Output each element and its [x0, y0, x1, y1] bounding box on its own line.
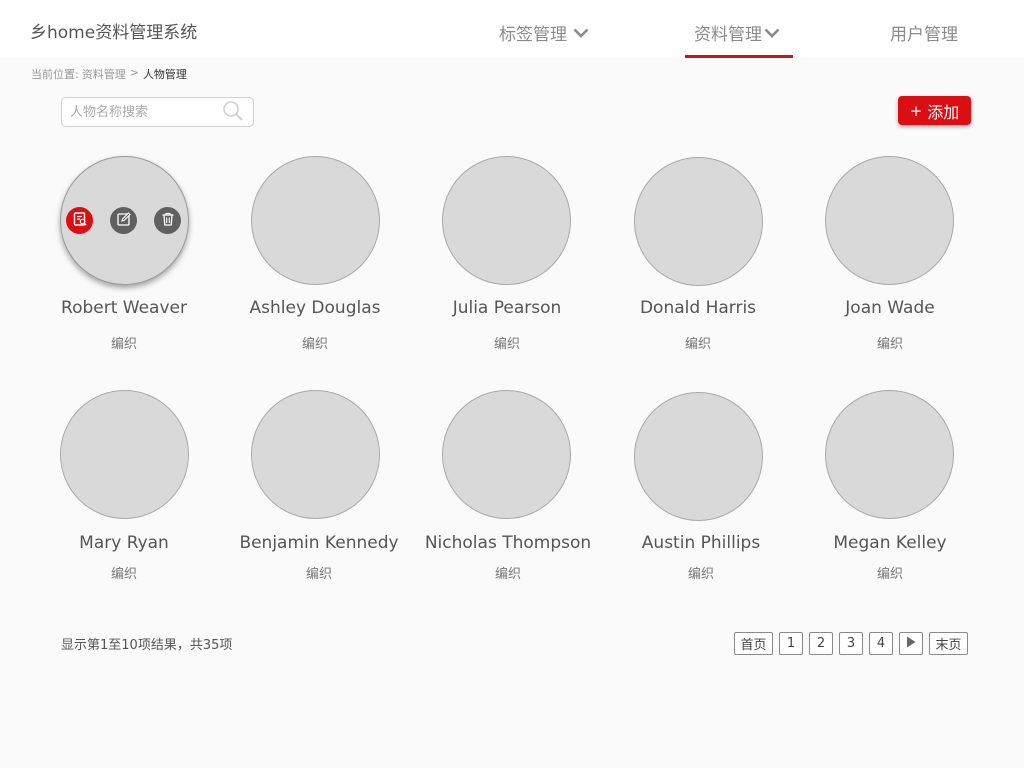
person-name: Mary Ryan: [79, 533, 169, 553]
next-page-button[interactable]: [899, 632, 923, 655]
nav-data-management-label: 资料管理: [694, 25, 762, 45]
avatar[interactable]: [442, 156, 571, 285]
avatar[interactable]: [442, 390, 571, 519]
person-role: 编织: [876, 567, 903, 582]
search-icon[interactable]: [222, 100, 244, 126]
add-button-label: 添加: [927, 102, 960, 122]
person-role: 编织: [305, 567, 332, 582]
search-input[interactable]: [70, 103, 220, 121]
avatar[interactable]: [634, 392, 763, 521]
person-role: 编织: [494, 567, 521, 582]
page-button-3[interactable]: 3: [839, 632, 863, 655]
avatar[interactable]: [251, 390, 380, 519]
edit-button[interactable]: [110, 207, 137, 234]
nav-tag-management-label: 标签管理: [499, 25, 567, 45]
app-title: 乡home资料管理系统: [30, 23, 198, 43]
page-button-2[interactable]: 2: [809, 632, 833, 655]
person-role: 编织: [301, 337, 328, 352]
page-button-1[interactable]: 1: [779, 632, 803, 655]
person-name: Austin Phillips: [641, 533, 761, 553]
person-card[interactable]: Julia Pearson 编织: [412, 156, 602, 356]
delete-button[interactable]: [154, 207, 181, 234]
person-name: Benjamin Kennedy: [239, 533, 399, 553]
nav-user-management[interactable]: 用户管理: [890, 20, 958, 45]
person-card[interactable]: Megan Kelley 编织: [795, 390, 985, 585]
person-role: 编织: [876, 337, 903, 352]
edit-icon: [116, 211, 132, 231]
person-name: Joan Wade: [845, 298, 935, 318]
person-role: 编织: [684, 337, 711, 352]
breadcrumb: 当前位置: 资料管理 > 人物管理: [31, 66, 187, 82]
nav-user-management-label: 用户管理: [890, 25, 958, 45]
chevron-down-icon: [573, 28, 589, 38]
pagination: 首页 1 2 3 4 末页: [734, 632, 968, 655]
person-name: Julia Pearson: [452, 298, 562, 318]
page-button-4[interactable]: 4: [869, 632, 893, 655]
person-role: 编织: [110, 337, 137, 352]
avatar[interactable]: [251, 156, 380, 285]
top-bar: 乡home资料管理系统 标签管理 资料管理 用户管理: [0, 0, 1024, 58]
nav-tag-management[interactable]: 标签管理: [499, 20, 589, 45]
first-page-button[interactable]: 首页: [734, 632, 773, 655]
person-card[interactable]: Ashley Douglas 编织: [220, 156, 410, 356]
person-card[interactable]: Mary Ryan 编织: [29, 390, 219, 585]
person-card[interactable]: Austin Phillips 编织: [606, 390, 796, 585]
person-card[interactable]: Nicholas Thompson 编织: [413, 390, 603, 585]
avatar[interactable]: [60, 156, 189, 285]
person-name: Nicholas Thompson: [424, 533, 592, 553]
person-card[interactable]: Benjamin Kennedy 编织: [224, 390, 414, 585]
last-page-button[interactable]: 末页: [929, 632, 968, 655]
person-card[interactable]: Robert Weaver 编织: [29, 156, 219, 356]
person-card[interactable]: Donald Harris 编织: [603, 156, 793, 356]
breadcrumb-current: 人物管理: [142, 68, 187, 81]
view-button[interactable]: [66, 207, 93, 234]
nav-data-management[interactable]: 资料管理: [694, 20, 780, 45]
avatar[interactable]: [825, 156, 954, 285]
play-right-icon: [906, 636, 916, 652]
person-name: Robert Weaver: [61, 298, 187, 318]
person-role: 编织: [687, 567, 714, 582]
breadcrumb-parent[interactable]: 资料管理: [82, 66, 126, 82]
avatar[interactable]: [634, 157, 763, 286]
plus-icon: +: [909, 101, 923, 120]
person-name: Megan Kelley: [833, 533, 947, 553]
trash-icon: [160, 211, 176, 231]
result-summary: 显示第1至10项结果，共35项: [61, 638, 233, 653]
avatar[interactable]: [825, 390, 954, 519]
person-role: 编织: [110, 567, 137, 582]
nav-active-indicator: [685, 55, 793, 58]
breadcrumb-prefix: 当前位置:: [31, 68, 79, 81]
chevron-down-icon: [764, 28, 780, 38]
person-name: Donald Harris: [639, 298, 757, 318]
person-name: Ashley Douglas: [249, 298, 381, 318]
person-role: 编织: [493, 337, 520, 352]
breadcrumb-separator: >: [129, 66, 139, 79]
avatar[interactable]: [60, 390, 189, 519]
view-icon: [72, 211, 88, 231]
person-card[interactable]: Joan Wade 编织: [795, 156, 985, 356]
add-button[interactable]: + 添加: [898, 96, 971, 125]
